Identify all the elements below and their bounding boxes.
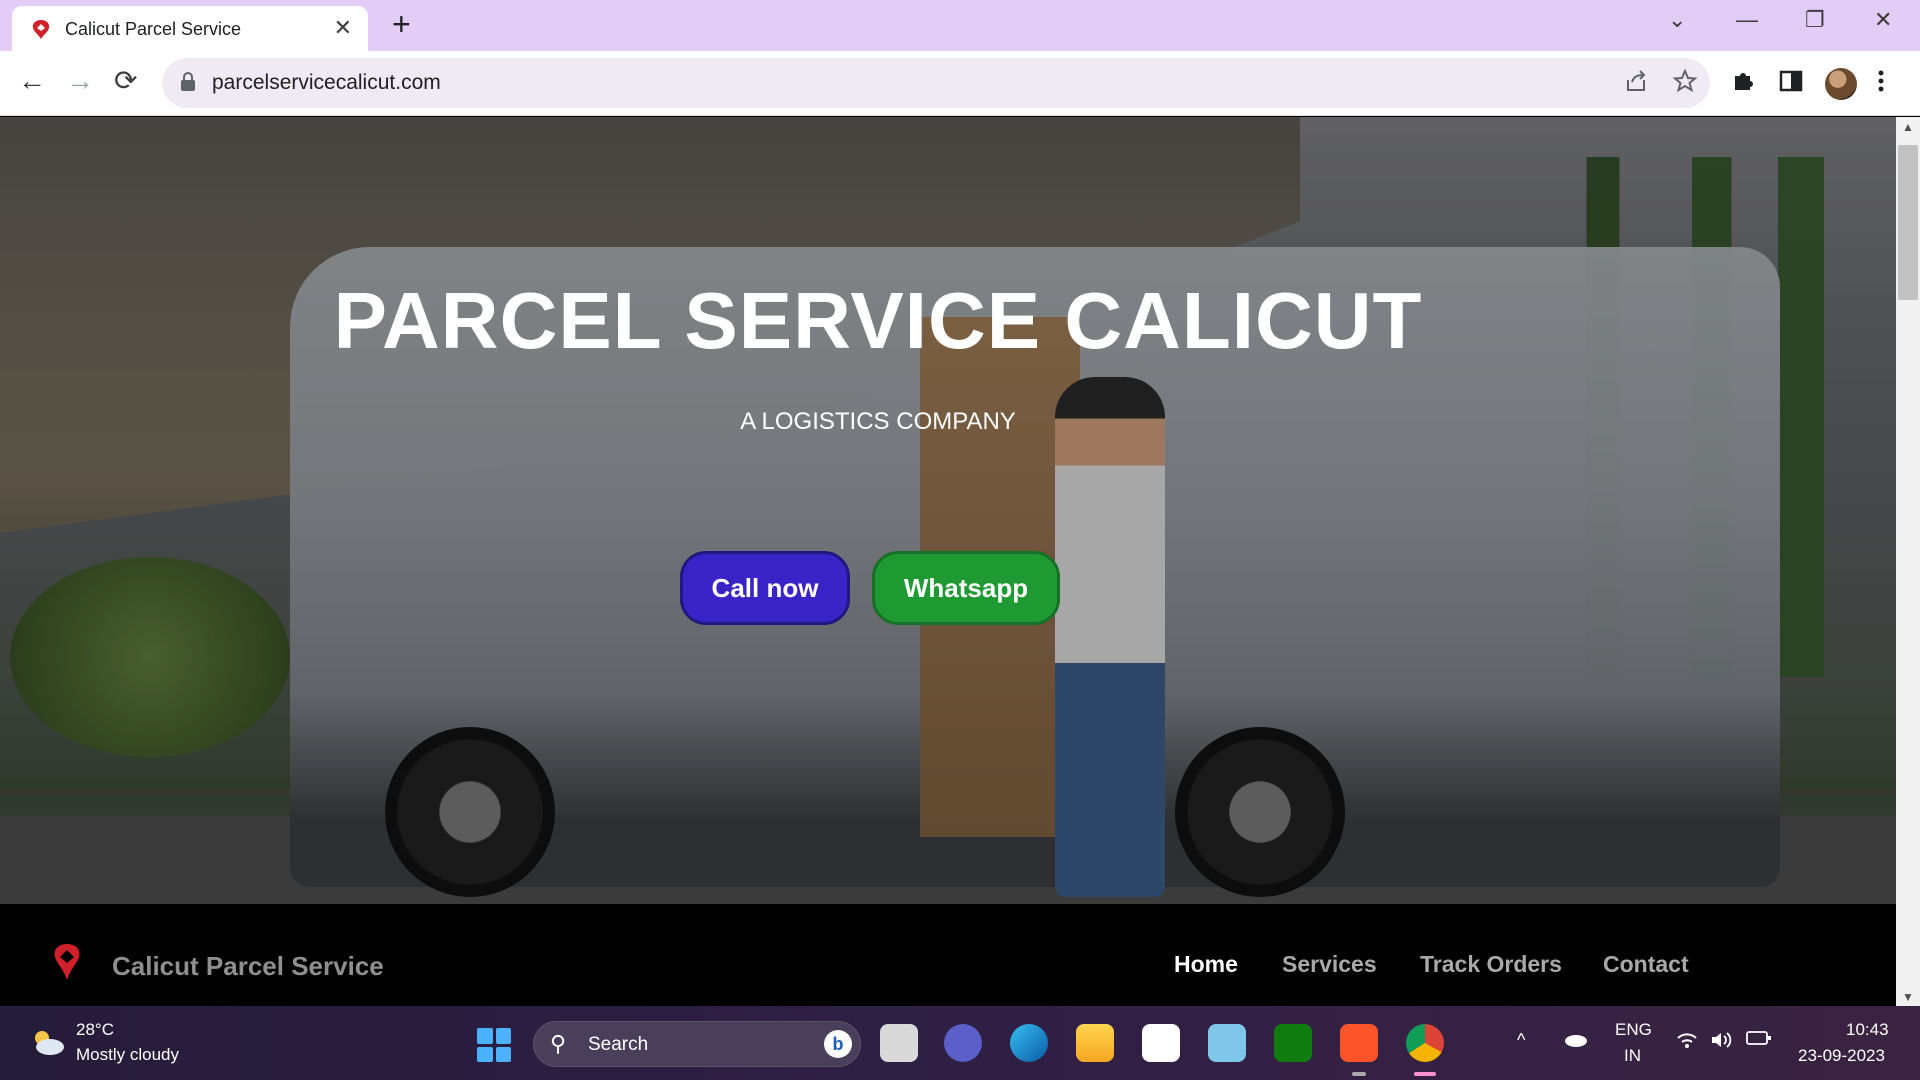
side-panel-icon[interactable] (1778, 68, 1804, 94)
volume-icon[interactable] (1710, 1030, 1734, 1050)
bing-icon[interactable]: b (824, 1030, 852, 1058)
tab-close-button[interactable]: ✕ (334, 15, 352, 41)
extensions-icon[interactable] (1730, 68, 1756, 94)
restore-button[interactable]: ❐ (1805, 7, 1825, 33)
new-tab-button[interactable]: + (392, 8, 411, 40)
scroll-down-icon[interactable]: ▼ (1902, 990, 1914, 1004)
onedrive-icon[interactable] (1562, 1030, 1588, 1048)
hero-overlay (0, 117, 1896, 904)
weather-condition[interactable]: Mostly cloudy (76, 1045, 179, 1065)
search-icon: ⚲ (550, 1031, 567, 1056)
menu-icon[interactable] (1876, 68, 1886, 94)
windows-logo-icon (477, 1028, 493, 1044)
teams-icon[interactable] (944, 1024, 982, 1062)
url-text[interactable]: parcelservicecalicut.com (212, 71, 441, 95)
tray-chevron-icon[interactable]: ^ (1517, 1030, 1525, 1051)
wifi-icon[interactable] (1676, 1030, 1698, 1050)
profile-avatar[interactable] (1825, 68, 1857, 100)
battery-icon[interactable] (1746, 1030, 1772, 1046)
nav-link-services[interactable]: Services (1282, 951, 1377, 978)
forward-button[interactable]: → (66, 66, 94, 96)
edge-icon[interactable] (1010, 1024, 1048, 1062)
scroll-up-icon[interactable]: ▲ (1902, 120, 1914, 134)
tab-title: Calicut Parcel Service (65, 19, 242, 39)
xbox-icon[interactable] (1274, 1024, 1312, 1062)
lock-icon[interactable] (180, 72, 196, 92)
share-icon[interactable] (1624, 68, 1650, 94)
browser-tab[interactable]: Calicut Parcel Service ✕ (12, 6, 368, 51)
minimize-button[interactable]: — (1736, 7, 1758, 33)
call-now-button[interactable]: Call now (680, 551, 850, 625)
whatsapp-button[interactable]: Whatsapp (872, 551, 1060, 625)
brave-running-indicator (1352, 1072, 1366, 1076)
brand-name[interactable]: Calicut Parcel Service (112, 951, 384, 982)
nav-link-home[interactable]: Home (1174, 951, 1238, 978)
reload-button[interactable]: ⟳ (114, 66, 137, 96)
nav-link-contact[interactable]: Contact (1603, 951, 1689, 978)
cloud-sun-icon[interactable] (28, 1028, 66, 1056)
hero-title: PARCEL SERVICE CALICUT (333, 276, 1423, 365)
taskbar-search-label: Search (588, 1034, 649, 1055)
star-icon[interactable] (1672, 68, 1698, 94)
chrome-icon[interactable] (1406, 1024, 1444, 1062)
close-window-button[interactable]: ✕ (1874, 7, 1892, 33)
tab-search-button[interactable]: ⌄ (1668, 7, 1686, 33)
region-indicator[interactable]: IN (1624, 1046, 1641, 1066)
store-icon[interactable] (1142, 1024, 1180, 1062)
start-button[interactable] (477, 1028, 511, 1062)
windows-taskbar: 28°C Mostly cloudy ⚲ Search b ^ ENG IN 1… (0, 1006, 1920, 1080)
chrome-active-indicator (1414, 1072, 1436, 1076)
photos-icon[interactable] (1208, 1024, 1246, 1062)
file-explorer-icon[interactable] (1076, 1024, 1114, 1062)
tab-bar: Calicut Parcel Service ✕ + ⌄ — ❐ ✕ (0, 0, 1920, 51)
task-view-icon[interactable] (880, 1024, 918, 1062)
logo-icon[interactable] (52, 942, 82, 982)
clock-date[interactable]: 23-09-2023 (1798, 1046, 1885, 1066)
brave-icon[interactable] (1340, 1024, 1378, 1062)
nav-link-track-orders[interactable]: Track Orders (1420, 951, 1562, 978)
favicon-icon (32, 20, 50, 39)
hero-section: PARCEL SERVICE CALICUT A LOGISTICS COMPA… (0, 117, 1896, 904)
site-navbar: Calicut Parcel Service Home Services Tra… (0, 904, 1896, 1006)
taskbar-search[interactable]: ⚲ Search b (533, 1021, 861, 1067)
back-button[interactable]: ← (18, 66, 46, 96)
scrollbar-thumb[interactable] (1898, 145, 1918, 300)
hero-subtitle: A LOGISTICS COMPANY (740, 408, 1016, 435)
weather-temperature[interactable]: 28°C (76, 1020, 114, 1040)
language-indicator[interactable]: ENG (1615, 1020, 1652, 1040)
clock-time[interactable]: 10:43 (1846, 1020, 1889, 1040)
address-bar[interactable]: parcelservicecalicut.com (162, 58, 1710, 108)
